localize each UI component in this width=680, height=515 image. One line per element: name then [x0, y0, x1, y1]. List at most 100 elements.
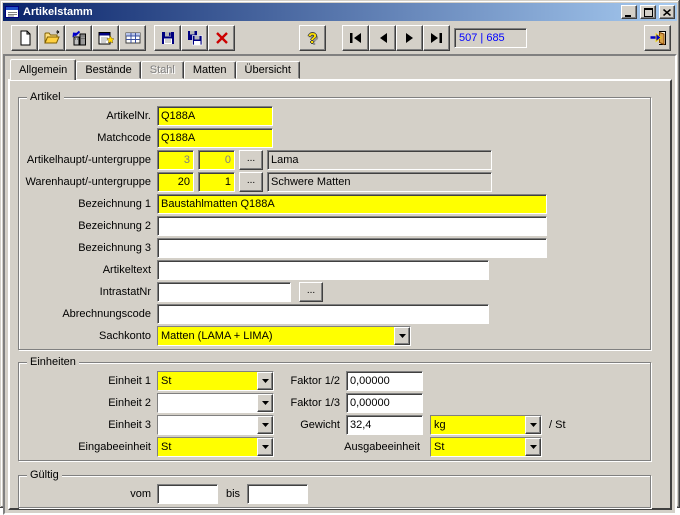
warenhauptgruppe-input[interactable]: [157, 172, 194, 192]
tab-uebersicht[interactable]: Übersicht: [236, 61, 300, 79]
einheit2-label: Einheit 2: [19, 397, 151, 409]
ausgabeeinheit-combo[interactable]: St: [430, 437, 542, 457]
chevron-down-icon: [530, 445, 537, 449]
faktor12-input[interactable]: [346, 371, 423, 391]
matchcode-row: Matchcode: [19, 128, 650, 148]
bezeichnung1-label: Bezeichnung 1: [19, 198, 151, 210]
eingabeeinheit-combo[interactable]: St: [157, 437, 274, 457]
artikelnr-label: ArtikelNr.: [19, 110, 151, 122]
nav-first-icon: [349, 33, 362, 43]
tab-allgemein[interactable]: Allgemein: [10, 59, 76, 80]
warengruppe-browse-button[interactable]: ...: [239, 172, 263, 192]
ausgabeeinheit-label: Ausgabeeinheit: [274, 441, 420, 453]
einheiten-group-legend: Einheiten: [27, 356, 79, 368]
client-area: Allgemein Bestände Stahl Matten Übersich…: [3, 54, 677, 515]
artikelhauptgruppe-input: [157, 150, 194, 170]
bezeichnung1-input[interactable]: [157, 194, 547, 214]
gueltig-group-legend: Gültig: [27, 469, 62, 481]
nav-first-button[interactable]: [342, 25, 369, 51]
warenuntergruppe-input[interactable]: [198, 172, 235, 192]
eingabeeinheit-dropdown-button[interactable]: [257, 438, 273, 456]
bezeichnung2-input[interactable]: [157, 216, 547, 236]
intrastatnr-label: IntrastatNr: [19, 286, 151, 298]
artikeltext-label: Artikeltext: [19, 264, 151, 276]
help-button[interactable]: ?: [299, 25, 326, 51]
einheit2-combo[interactable]: [157, 393, 274, 413]
nav-last-button[interactable]: [423, 25, 450, 51]
einheit2-row: Einheit 2 Faktor 1/3: [19, 393, 650, 413]
abrechnungscode-input[interactable]: [157, 304, 489, 324]
matchcode-label: Matchcode: [19, 132, 151, 144]
bezeichnung2-label: Bezeichnung 2: [19, 220, 151, 232]
artikeluntergruppe-input: [198, 150, 235, 170]
table-view-button[interactable]: [119, 25, 146, 51]
ausgabeeinheit-dropdown-button[interactable]: [525, 438, 541, 456]
intrastatnr-browse-button[interactable]: ...: [299, 282, 323, 302]
eingabeeinheit-row: Eingabeeinheit St Ausgabeeinheit St: [19, 437, 650, 457]
ausgabeeinheit-value: St: [431, 438, 525, 456]
exit-button[interactable]: [644, 25, 671, 51]
gueltig-row: vom bis: [19, 484, 650, 504]
gewicht-einheit-dropdown-button[interactable]: [525, 416, 541, 434]
save-all-button[interactable]: [181, 25, 208, 51]
gueltig-group: Gültig vom bis: [18, 475, 651, 508]
matchcode-input[interactable]: [157, 128, 273, 148]
table-icon: [125, 30, 141, 46]
faktor12-label: Faktor 1/2: [274, 375, 340, 387]
vom-label: vom: [19, 488, 151, 500]
record-counter: 507 | 685: [454, 28, 527, 48]
sachkonto-row: Sachkonto Matten (LAMA + LIMA): [19, 326, 650, 346]
close-button[interactable]: [659, 5, 675, 19]
bezeichnung3-input[interactable]: [157, 238, 547, 258]
sachkonto-combo[interactable]: Matten (LAMA + LIMA): [157, 326, 411, 346]
artikeltext-row: Artikeltext: [19, 260, 650, 280]
warengruppe-row: Warenhaupt/-untergruppe ... Schwere Matt…: [19, 172, 650, 192]
gewicht-einheit-value: kg: [431, 416, 525, 434]
faktor13-input[interactable]: [346, 393, 423, 413]
chevron-down-icon: [530, 423, 537, 427]
einheit3-row: Einheit 3 Gewicht kg / St: [19, 415, 650, 435]
new-button[interactable]: [11, 25, 38, 51]
artikeltext-input[interactable]: [157, 260, 489, 280]
artikel-group-legend: Artikel: [27, 91, 64, 103]
form-edit-button[interactable]: [92, 25, 119, 51]
tab-bestaende[interactable]: Bestände: [76, 61, 140, 79]
maximize-button[interactable]: [640, 5, 656, 19]
gewicht-einheit-combo[interactable]: kg: [430, 415, 542, 435]
company-icon: [71, 30, 87, 46]
artikelnr-row: ArtikelNr.: [19, 106, 650, 126]
einheit1-combo[interactable]: St: [157, 371, 274, 391]
sachkonto-dropdown-button[interactable]: [394, 327, 410, 345]
einheit1-dropdown-button[interactable]: [257, 372, 273, 390]
save-all-icon: [187, 30, 203, 46]
tab-strip: Allgemein Bestände Stahl Matten Übersich…: [8, 58, 672, 79]
minimize-icon: [625, 8, 633, 17]
window-title: Artikelstamm: [21, 6, 618, 18]
nav-last-icon: [430, 33, 443, 43]
bezeichnung3-label: Bezeichnung 3: [19, 242, 151, 254]
nav-prev-button[interactable]: [369, 25, 396, 51]
company-browse-button[interactable]: [65, 25, 92, 51]
einheit3-combo[interactable]: [157, 415, 274, 435]
delete-button[interactable]: [208, 25, 235, 51]
vom-input[interactable]: [157, 484, 218, 504]
open-button[interactable]: [38, 25, 65, 51]
artikelnr-input[interactable]: [157, 106, 273, 126]
intrastatnr-input[interactable]: [157, 282, 291, 302]
tab-matten[interactable]: Matten: [184, 61, 236, 79]
einheit3-dropdown-button[interactable]: [257, 416, 273, 434]
help-icon: ?: [308, 30, 317, 47]
save-button[interactable]: [154, 25, 181, 51]
einheit2-dropdown-button[interactable]: [257, 394, 273, 412]
maximize-icon: [644, 8, 653, 17]
bezeichnung1-row: Bezeichnung 1: [19, 194, 650, 214]
sachkonto-label: Sachkonto: [19, 330, 151, 342]
einheit1-row: Einheit 1 St Faktor 1/2: [19, 371, 650, 391]
bis-input[interactable]: [247, 484, 308, 504]
warengruppe-label: Warenhaupt/-untergruppe: [19, 176, 151, 188]
minimize-button[interactable]: [621, 5, 637, 19]
artikelgruppe-browse-button[interactable]: ...: [239, 150, 263, 170]
nav-next-button[interactable]: [396, 25, 423, 51]
gewicht-input[interactable]: [346, 415, 423, 435]
einheit1-value: St: [158, 372, 257, 390]
